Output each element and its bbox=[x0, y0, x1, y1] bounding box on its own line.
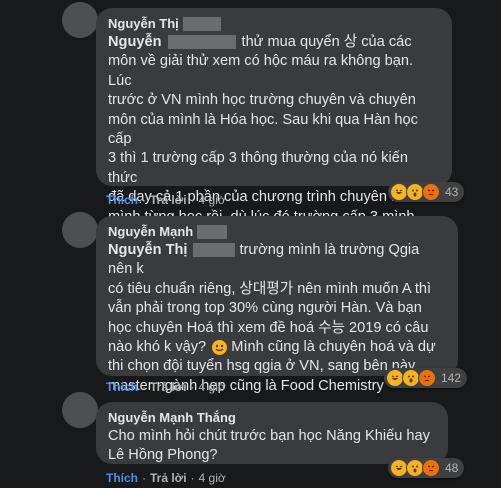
like-button[interactable]: Thích bbox=[106, 380, 138, 394]
reaction-count: 48 bbox=[445, 461, 459, 475]
separator: · bbox=[142, 193, 146, 207]
separator: · bbox=[142, 380, 146, 394]
reply-button[interactable]: Trả lời bbox=[150, 471, 187, 485]
separator: · bbox=[190, 471, 195, 485]
comment-author: Nguyễn Thị bbox=[108, 16, 440, 32]
mention[interactable]: Nguyễn bbox=[108, 34, 162, 50]
comment-text: Nguyễn thử mua quyển 상 của các môn về giả… bbox=[108, 33, 440, 246]
author-name[interactable]: Nguyễn Mạnh bbox=[108, 224, 193, 240]
reaction-summary[interactable]: 142 bbox=[384, 368, 468, 388]
comment-bubble: Nguyễn Mạnh Thắng Cho mình hỏi chút trướ… bbox=[96, 402, 448, 464]
comment-actions: Thích · Trả lời · 4 giờ bbox=[106, 471, 226, 485]
redacted-name bbox=[193, 243, 236, 258]
redacted-name bbox=[197, 225, 228, 239]
comment-bubble: Nguyễn Thị Nguyễn thử mua quyển 상 của các… bbox=[96, 8, 452, 244]
separator: · bbox=[190, 380, 195, 394]
avatar[interactable] bbox=[62, 392, 98, 428]
like-button[interactable]: Thích bbox=[106, 193, 138, 207]
reply-button[interactable]: Trả lời bbox=[150, 380, 187, 394]
redacted-name bbox=[167, 35, 236, 50]
comment-author: Nguyễn Mạnh bbox=[108, 224, 446, 240]
smile-emoji-icon bbox=[212, 339, 228, 355]
avatar[interactable] bbox=[62, 2, 98, 38]
separator: · bbox=[142, 471, 146, 485]
reaction-summary[interactable]: 48 bbox=[388, 458, 465, 478]
reply-button[interactable]: Trả lời bbox=[150, 193, 187, 207]
angry-reaction-icon bbox=[418, 369, 436, 387]
comment-body: Cho mình hỏi chút trước bạn học Năng Khi… bbox=[108, 428, 430, 464]
author-name[interactable]: Nguyễn Mạnh Thắng bbox=[108, 410, 436, 426]
reaction-summary[interactable]: 43 bbox=[388, 182, 465, 202]
comment-actions: Thích · Trả lời · 4 giờ bbox=[106, 380, 226, 394]
avatar[interactable] bbox=[62, 212, 98, 248]
reaction-count: 142 bbox=[441, 371, 462, 385]
angry-reaction-icon bbox=[422, 183, 440, 201]
mention[interactable]: Nguyễn Thị bbox=[108, 242, 187, 258]
timestamp[interactable]: 4 giờ bbox=[199, 471, 226, 485]
angry-reaction-icon bbox=[422, 459, 440, 477]
comment-actions: Thích · Trả lời · 4 giờ bbox=[106, 193, 226, 207]
author-name[interactable]: Nguyễn Thị bbox=[108, 16, 179, 32]
timestamp[interactable]: 4 giờ bbox=[199, 193, 226, 207]
comment-body: thử mua quyển 상 của các môn về giải thử … bbox=[108, 34, 418, 244]
separator: · bbox=[190, 193, 195, 207]
timestamp[interactable]: 4 giờ bbox=[199, 380, 226, 394]
like-button[interactable]: Thích bbox=[106, 471, 138, 485]
redacted-name bbox=[182, 17, 221, 31]
reaction-count: 43 bbox=[445, 185, 459, 199]
comment-bubble: Nguyễn Mạnh Nguyễn Thị trường mình là trư… bbox=[96, 216, 458, 394]
